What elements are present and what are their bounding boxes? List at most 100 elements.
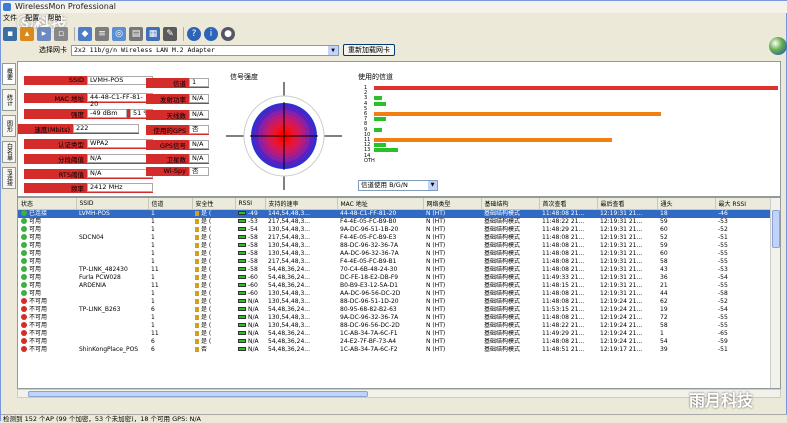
table-row[interactable]: 可用 1 是 (-58 217,54,48,3... F4-4E-05-FC-B9-B1… xyxy=(18,258,771,266)
horizontal-scrollbar[interactable] xyxy=(17,389,781,398)
notes-icon[interactable]: ✎ xyxy=(163,27,177,41)
column-header[interactable]: 首次查看 xyxy=(539,198,598,210)
column-header[interactable]: 通头 xyxy=(657,198,716,210)
lock-icon xyxy=(195,306,199,312)
cell-text: N/A xyxy=(248,305,259,313)
table-row[interactable]: 不可用 1 是 (N/A 130,54,48,3... 88-DC-96-51-1D-2… xyxy=(18,298,771,306)
table-row[interactable]: 不可用 11 是 (N/A 54,48,36,24... 1C-AB-34-7A-6C-… xyxy=(18,330,771,338)
table-cell-infra: 基础结构模式 xyxy=(481,209,539,218)
table-row[interactable]: 不可用 TP-LINK_B263 6 是 (N/A 54,48,36,24... 80-9… xyxy=(18,306,771,314)
column-header[interactable]: 安全性 xyxy=(192,198,236,210)
table-cell-net: N (HT) xyxy=(423,322,481,330)
ssid-value: LVMH-POS xyxy=(87,76,153,85)
menu-file[interactable]: 文件 xyxy=(3,14,17,22)
cell-text: 是 ( xyxy=(201,337,212,345)
menu-help[interactable]: 帮助 xyxy=(47,14,61,22)
print-icon[interactable]: ▤ xyxy=(129,27,143,41)
table-cell-ch: 1 xyxy=(148,234,192,242)
table-cell-first: 11:48:08 21... xyxy=(539,290,597,298)
filter-icon[interactable]: ≡ xyxy=(95,27,109,41)
table-cell-rssi: N/A xyxy=(235,298,265,306)
column-header[interactable]: 状态 xyxy=(18,198,77,210)
table-cell-rates: 130,54,48,3... xyxy=(265,242,337,250)
cell-text: -55 xyxy=(718,321,728,329)
document-icon[interactable]: ▦ xyxy=(146,27,160,41)
signal-bar-icon xyxy=(238,251,246,255)
table-row[interactable]: 可用 Furla PCW028 1 是 (-60 54,48,36,24... DC-FE… xyxy=(18,274,771,282)
table-row[interactable]: 已连接 LVMH-POS 1 是 (-49 144,54,48,3... 44-48-C1… xyxy=(18,209,771,218)
vertical-scrollbar[interactable] xyxy=(770,198,780,388)
cell-text: 不可用 xyxy=(29,345,48,353)
scrollbar-thumb[interactable] xyxy=(772,210,780,248)
table-cell-sec: 是 ( xyxy=(192,250,235,258)
column-header[interactable]: MAC 地址 xyxy=(337,198,424,210)
table-cell-hdr: 39 xyxy=(657,346,715,354)
stop-icon[interactable]: ● xyxy=(221,27,235,41)
table-row[interactable]: 可用 1 是 (-60 130,54,48,3... AA-DC-96-56-DC-2D… xyxy=(18,290,771,298)
table-row[interactable]: 不可用 ShinKongPlace_POS 6 否 N/A 54,48,36,24... 1… xyxy=(18,346,771,354)
cell-text: 可用 xyxy=(29,225,42,233)
table-cell-net: N (HT) xyxy=(423,258,481,266)
save-icon[interactable]: ▪ xyxy=(3,27,17,41)
adapter-select[interactable]: 2x2 11b/g/n Wireless LAN M.2 Adapter ▼ xyxy=(71,44,339,56)
unavailable-icon xyxy=(21,330,27,336)
column-header[interactable]: SSID xyxy=(76,198,149,210)
column-header[interactable]: 信道 xyxy=(148,198,193,210)
tab-stats[interactable]: 统计 xyxy=(2,89,16,111)
table-row[interactable]: 可用 TP-LINK_482430 11 是 (-58 54,48,36,24... 70… xyxy=(18,266,771,274)
cell-text: 11:48:22 21... xyxy=(542,217,585,225)
column-header[interactable]: 支持的速率 xyxy=(265,198,338,210)
scrollbar-thumb[interactable] xyxy=(28,391,368,397)
cell-text: N/A xyxy=(248,329,259,337)
cell-text: 130,54,48,3... xyxy=(268,249,310,257)
cell-text: 是 ( xyxy=(201,297,212,305)
column-header[interactable]: RSSI xyxy=(235,198,266,210)
table-row[interactable]: 可用 SDCN04 1 是 (-58 217,54,48,3... F4-4E-05-FC… xyxy=(18,234,771,242)
cell-text: 9A-DC-96-32-36-7A xyxy=(340,313,399,321)
table-row[interactable]: 可用 1 是 (-54 130,54,48,3... 9A-DC-96-51-1B-20… xyxy=(18,226,771,234)
gps-signal-value: N/A xyxy=(189,140,209,149)
table-cell-rates: 54,48,36,24... xyxy=(265,346,337,354)
cell-text: 11:48:08 21... xyxy=(542,241,585,249)
menu-config[interactable]: 配置 xyxy=(25,14,39,22)
table-row[interactable]: 不可用 6 是 (N/A 54,48,36,24... 24-E2-7F-BF-73-A… xyxy=(18,338,771,346)
help-icon[interactable]: ? xyxy=(187,27,201,41)
tab-summary[interactable]: 概要 xyxy=(2,63,16,85)
cell-text: AA-DC-96-32-36-7A xyxy=(340,249,399,257)
table-row[interactable]: 可用 1 是 (-53 217,54,48,3... F4-4E-05-FC-B9-B0… xyxy=(18,218,771,226)
tab-ip-connections[interactable]: IP连接 xyxy=(2,167,16,189)
tab-graph[interactable]: 图形 xyxy=(2,115,16,137)
table-cell-net: N (HT) xyxy=(423,274,481,282)
chevron-down-icon[interactable]: ▼ xyxy=(428,181,437,190)
reload-adapter-button[interactable]: 重新加载网卡 xyxy=(343,44,395,56)
cell-text: -65 xyxy=(718,329,728,337)
info-icon[interactable]: i xyxy=(204,27,218,41)
unavailable-icon xyxy=(21,322,27,328)
lock-icon xyxy=(195,298,199,304)
table-cell-sec: 是 ( xyxy=(192,298,235,306)
cell-text: -55 xyxy=(718,257,728,265)
tab-whitelist[interactable]: 白名单 xyxy=(2,141,16,163)
table-row[interactable]: 不可用 1 是 (N/A 130,54,48,3... 9A-DC-96-32-36-7… xyxy=(18,314,771,322)
channel-mode-select[interactable]: 信道使用 B/G/N ▼ xyxy=(358,180,438,191)
column-header[interactable]: 最后查看 xyxy=(597,198,658,210)
chevron-down-icon[interactable]: ▼ xyxy=(328,45,338,55)
table-row[interactable]: 可用 1 是 (-58 130,54,48,3... 88-DC-96-32-36-7A… xyxy=(18,242,771,250)
table-row[interactable]: 可用 1 是 (-58 130,54,48,3... AA-DC-96-32-36-7A… xyxy=(18,250,771,258)
column-header[interactable]: 最大 RSSI xyxy=(715,198,772,210)
strength-row: 强度 -49 dBm 51 % xyxy=(24,109,153,119)
column-header[interactable]: 网络类型 xyxy=(423,198,482,210)
cell-text: 88-DC-96-51-1D-20 xyxy=(340,297,399,305)
cell-text: 12:19:31 21... xyxy=(600,209,643,217)
column-header[interactable]: 基础结构 xyxy=(481,198,540,210)
table-row[interactable]: 不可用 1 是 (N/A 130,54,48,3... 88-DC-96-56-DC-2… xyxy=(18,322,771,330)
lock-icon xyxy=(195,338,199,344)
table-row[interactable]: 可用 ARDENIA 11 是 (-60 54,48,36,24... B0-B9-E3-… xyxy=(18,282,771,290)
copy-icon[interactable]: ▫ xyxy=(54,27,68,41)
scan-icon[interactable]: ◎ xyxy=(112,27,126,41)
network-icon[interactable]: ◆ xyxy=(78,27,92,41)
open-icon[interactable]: ▴ xyxy=(20,27,34,41)
export-icon[interactable]: ▸ xyxy=(37,27,51,41)
table-cell-rates: 54,48,36,24... xyxy=(265,266,337,274)
cell-text: 12:19:24 21... xyxy=(600,305,643,313)
